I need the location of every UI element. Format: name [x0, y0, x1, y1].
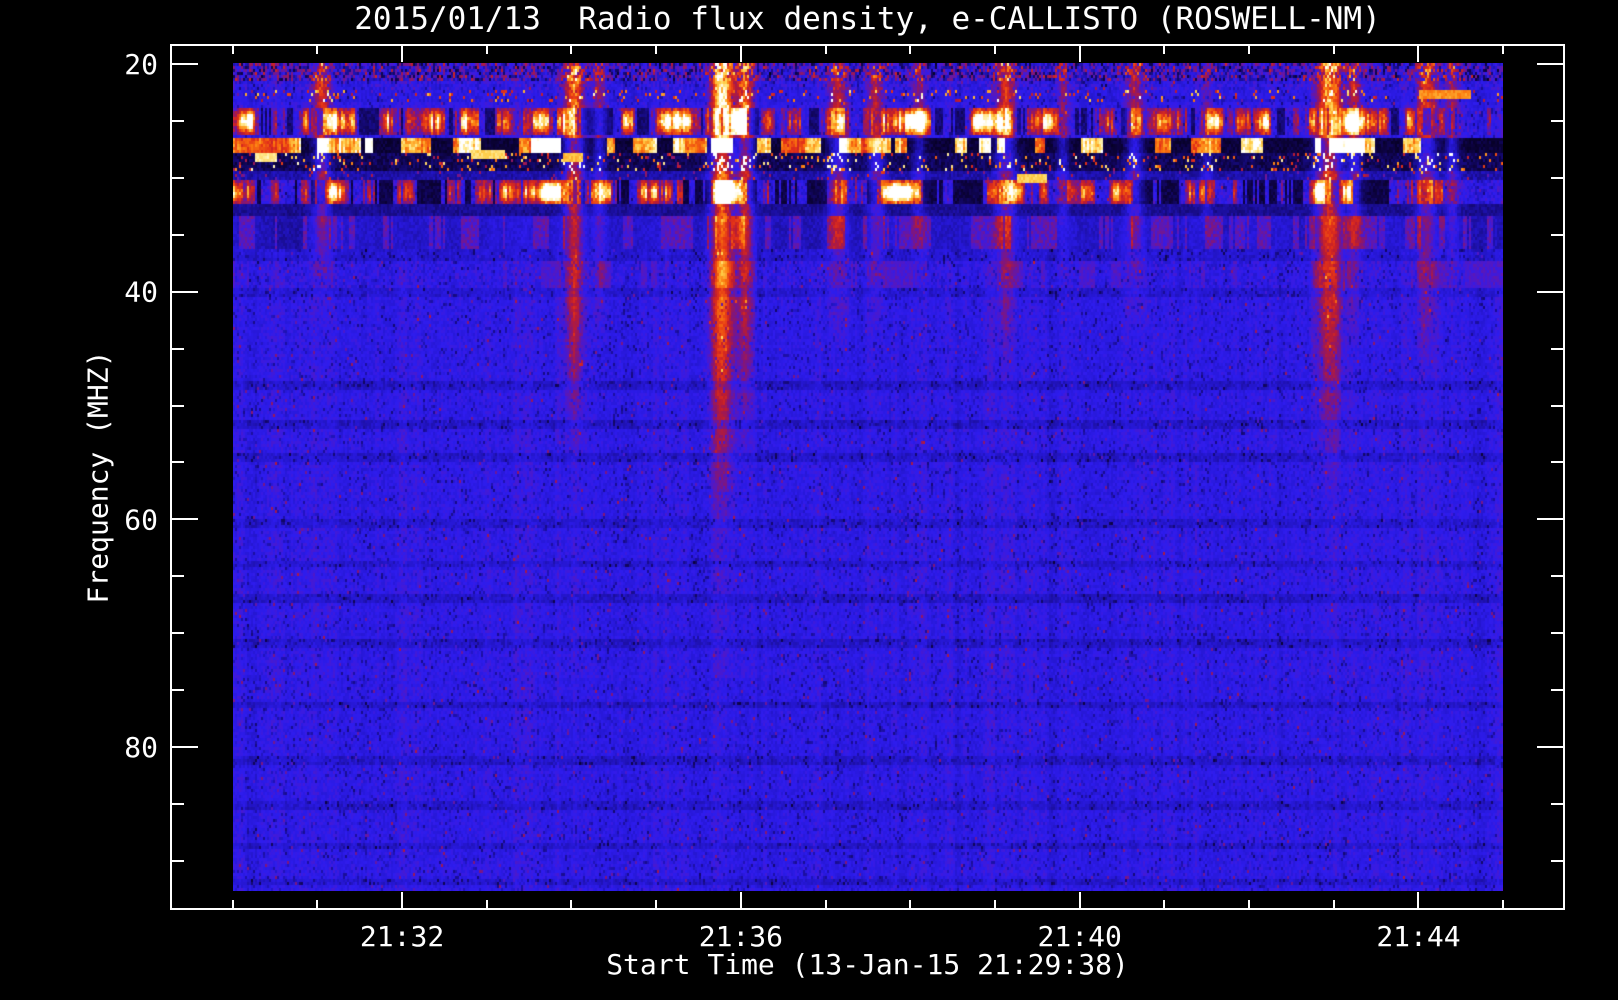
x-tick: [1079, 892, 1081, 908]
y-tick: [1551, 234, 1563, 236]
y-tick: [1551, 405, 1563, 407]
y-tick: [1551, 461, 1563, 463]
y-tick: [172, 177, 184, 179]
x-tick: [1248, 46, 1250, 54]
y-tick: [1551, 120, 1563, 122]
y-tick: [172, 234, 184, 236]
y-tick: [1551, 803, 1563, 805]
x-tick: [1502, 46, 1504, 54]
x-tick: [1417, 892, 1419, 908]
y-tick: [172, 632, 184, 634]
y-tick: [1537, 746, 1563, 748]
x-tick: [740, 46, 742, 62]
x-tick: [655, 46, 657, 54]
x-tick: [570, 900, 572, 908]
x-tick: [1502, 900, 1504, 908]
axis-left: [170, 44, 172, 910]
y-tick: [172, 348, 184, 350]
y-tick: [1551, 575, 1563, 577]
x-tick: [486, 46, 488, 54]
x-tick: [740, 892, 742, 908]
y-tick-label: 80: [124, 731, 158, 764]
x-tick: [909, 900, 911, 908]
y-tick: [1537, 291, 1563, 293]
y-tick: [1551, 689, 1563, 691]
y-tick-label: 60: [124, 503, 158, 536]
y-tick: [1551, 177, 1563, 179]
y-tick: [172, 746, 198, 748]
x-tick: [909, 46, 911, 54]
y-tick: [172, 461, 184, 463]
axis-top: [170, 44, 1565, 46]
x-tick: [1163, 46, 1165, 54]
x-tick: [401, 46, 403, 62]
x-tick: [1333, 900, 1335, 908]
x-tick: [655, 900, 657, 908]
axis-right: [1563, 44, 1565, 910]
y-tick-label: 40: [124, 276, 158, 309]
y-tick: [1551, 632, 1563, 634]
x-tick: [1248, 900, 1250, 908]
x-tick: [825, 46, 827, 54]
y-tick: [1537, 518, 1563, 520]
y-tick: [172, 405, 184, 407]
x-tick: [316, 46, 318, 54]
x-tick: [1163, 900, 1165, 908]
x-axis-label: Start Time (13-Jan-15 21:29:38): [606, 948, 1129, 981]
axis-bottom: [170, 908, 1565, 910]
x-tick: [232, 46, 234, 54]
y-tick: [172, 689, 184, 691]
y-tick: [172, 120, 184, 122]
x-tick: [994, 46, 996, 54]
x-tick: [316, 900, 318, 908]
axes-layer: 21:32 21:36 21:40 21:4420406080: [124, 44, 1565, 953]
x-tick: [570, 46, 572, 54]
y-tick: [172, 63, 198, 65]
y-tick: [172, 860, 184, 862]
y-tick: [172, 518, 198, 520]
y-tick: [1551, 348, 1563, 350]
x-tick: [825, 900, 827, 908]
y-tick: [172, 291, 198, 293]
x-tick: [232, 900, 234, 908]
y-tick: [172, 575, 184, 577]
x-tick: [1079, 46, 1081, 62]
x-tick: [1417, 46, 1419, 62]
x-tick: [486, 900, 488, 908]
spectrogram-figure: 2015/01/13 Radio flux density, e-CALLIST…: [0, 0, 1618, 1000]
x-tick: [401, 892, 403, 908]
y-tick-label: 20: [124, 48, 158, 81]
y-tick: [1537, 63, 1563, 65]
x-tick: [994, 900, 996, 908]
x-tick: [1333, 46, 1335, 54]
y-tick: [172, 803, 184, 805]
y-axis-label: Frequency (MHZ): [81, 350, 115, 604]
y-tick: [1551, 860, 1563, 862]
